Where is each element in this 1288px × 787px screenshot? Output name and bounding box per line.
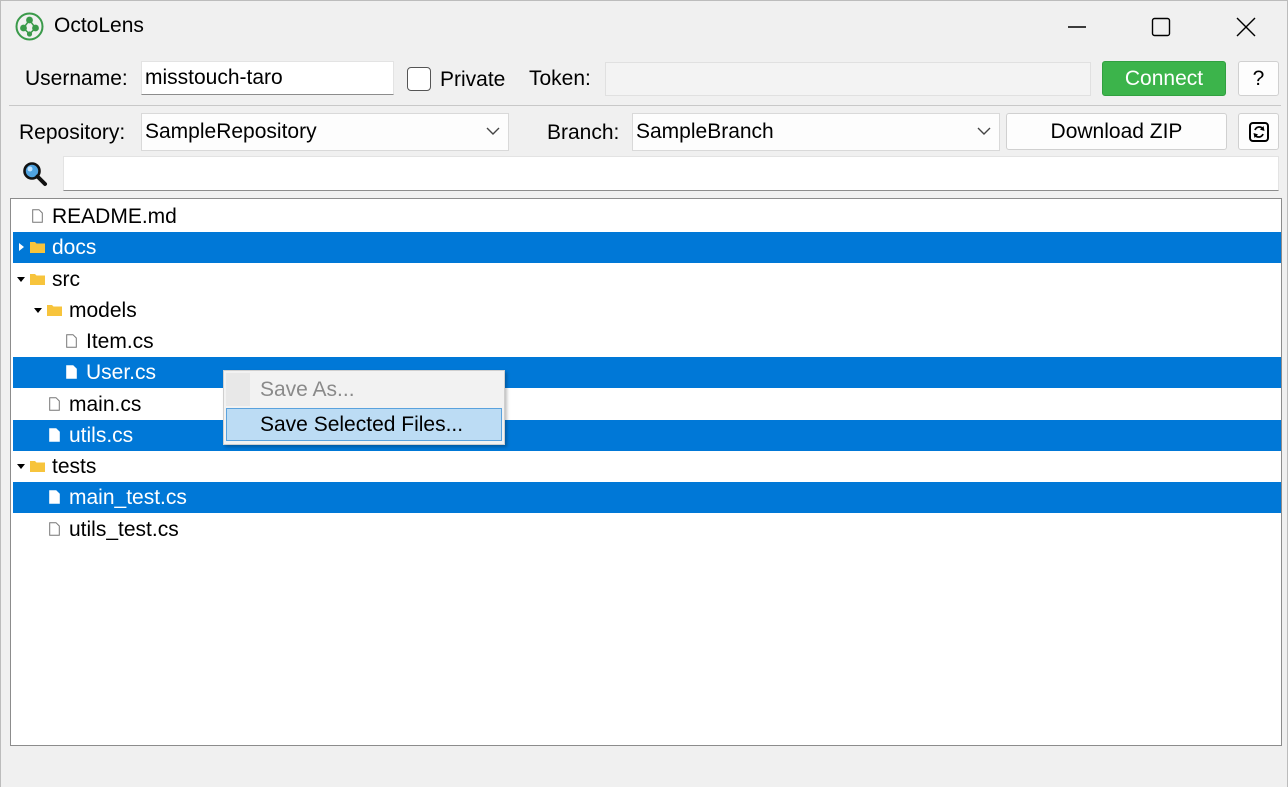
branch-label: Branch: bbox=[547, 121, 620, 144]
separator bbox=[9, 105, 1281, 106]
expand-arrow-icon[interactable] bbox=[17, 243, 25, 252]
chevron-down-icon bbox=[977, 127, 991, 135]
context-menu: Save As... Save Selected Files... bbox=[223, 370, 505, 445]
username-label: Username: bbox=[25, 67, 128, 90]
file-icon bbox=[32, 209, 43, 223]
file-icon bbox=[49, 521, 60, 536]
file-icon bbox=[66, 365, 77, 380]
connect-button[interactable]: Connect bbox=[1102, 61, 1226, 96]
close-icon bbox=[1236, 17, 1256, 37]
chevron-down-icon bbox=[486, 127, 500, 135]
branch-select[interactable]: SampleBranch bbox=[632, 113, 1000, 151]
file-tree[interactable]: README.md docs src models Item.cs User.cs main… bbox=[10, 198, 1282, 746]
private-label[interactable]: Private bbox=[440, 68, 505, 92]
tree-item-label: utils.cs bbox=[69, 423, 134, 447]
repository-label: Repository: bbox=[19, 121, 126, 144]
folder-icon bbox=[30, 461, 45, 472]
folder-icon bbox=[47, 304, 62, 316]
token-field bbox=[605, 62, 1091, 96]
app-logo-icon bbox=[15, 12, 44, 41]
app-window: OctoLens Username: misstouch-taro Privat… bbox=[0, 0, 1288, 787]
download-zip-button[interactable]: Download ZIP bbox=[1006, 113, 1227, 150]
tree-item-label: src bbox=[52, 267, 80, 291]
tree-folder-row[interactable]: models bbox=[13, 295, 1281, 326]
collapse-arrow-icon[interactable] bbox=[17, 462, 25, 470]
tree-folder-row[interactable]: tests bbox=[13, 451, 1281, 482]
tree-item-label: models bbox=[69, 298, 137, 322]
tree-folder-row[interactable]: docs bbox=[13, 232, 1281, 264]
title-bar[interactable]: OctoLens bbox=[1, 1, 1287, 53]
repository-select[interactable]: SampleRepository bbox=[141, 113, 509, 151]
repository-select-value: SampleRepository bbox=[145, 120, 317, 143]
tree-file-row[interactable]: README.md bbox=[13, 201, 1281, 232]
file-icon bbox=[49, 427, 60, 442]
tree-item-label: utils_test.cs bbox=[69, 517, 179, 541]
collapse-arrow-icon[interactable] bbox=[34, 306, 42, 314]
refresh-icon bbox=[1248, 121, 1269, 142]
status-bar bbox=[1, 753, 1287, 787]
folder-icon bbox=[30, 242, 45, 254]
refresh-button[interactable] bbox=[1238, 113, 1279, 150]
file-icon bbox=[49, 396, 60, 411]
username-field[interactable]: misstouch-taro bbox=[141, 61, 394, 95]
tree-file-row[interactable]: utils.cs bbox=[13, 419, 1281, 451]
tree-file-row[interactable]: User.cs bbox=[13, 357, 1281, 389]
maximize-button[interactable] bbox=[1119, 1, 1203, 53]
file-icon bbox=[49, 490, 60, 505]
branch-select-value: SampleBranch bbox=[636, 120, 774, 143]
help-button[interactable]: ? bbox=[1238, 61, 1279, 96]
private-checkbox[interactable] bbox=[407, 67, 431, 91]
tree-item-label: main.cs bbox=[69, 392, 142, 416]
close-button[interactable] bbox=[1204, 1, 1288, 53]
tree-item-label: tests bbox=[52, 455, 97, 478]
tree-file-row[interactable]: Item.cs bbox=[13, 326, 1281, 357]
folder-icon bbox=[30, 273, 45, 285]
menu-item-save-as[interactable]: Save As... bbox=[226, 373, 502, 406]
minimize-button[interactable] bbox=[1035, 1, 1119, 53]
search-icon bbox=[23, 162, 47, 186]
tree-item-label: User.cs bbox=[86, 361, 157, 385]
window-title: OctoLens bbox=[54, 14, 144, 37]
tree-file-row[interactable]: main_test.cs bbox=[13, 482, 1281, 514]
tree-file-row[interactable]: main.cs bbox=[13, 389, 1281, 420]
minimize-icon bbox=[1068, 26, 1086, 28]
search-input[interactable] bbox=[63, 156, 1279, 191]
collapse-arrow-icon[interactable] bbox=[17, 275, 25, 283]
maximize-icon bbox=[1151, 17, 1171, 37]
tree-folder-row[interactable]: src bbox=[13, 264, 1281, 295]
tree-item-label: README.md bbox=[52, 205, 177, 228]
tree-item-label: docs bbox=[52, 236, 97, 260]
tree-item-label: Item.cs bbox=[86, 330, 154, 353]
tree-file-row[interactable]: utils_test.cs bbox=[13, 514, 1281, 545]
menu-item-save-selected-files[interactable]: Save Selected Files... bbox=[226, 408, 502, 441]
tree-item-label: main_test.cs bbox=[69, 486, 187, 510]
token-label: Token: bbox=[529, 67, 591, 90]
file-icon bbox=[66, 334, 77, 348]
